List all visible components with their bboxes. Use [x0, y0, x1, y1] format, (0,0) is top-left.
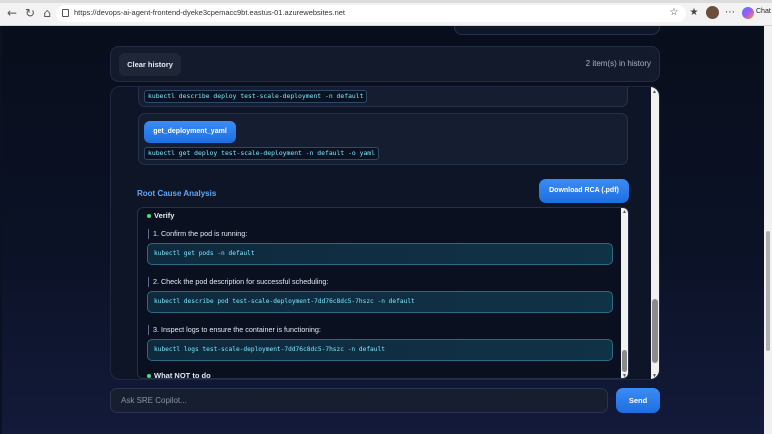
scroll-down-icon[interactable]: ▼	[622, 373, 627, 378]
tool-card-get-yaml: get_deployment_yaml kubectl get deploy t…	[138, 113, 628, 165]
section-heading-what-not-to-do: What NOT to do	[147, 371, 211, 378]
copilot-icon[interactable]	[742, 7, 754, 19]
code-block: kubectl logs test-scale-deployment-7dd76…	[147, 339, 613, 361]
favorite-star-icon[interactable]: ☆	[668, 7, 680, 19]
history-bar: Clear history 2 item(s) in history	[110, 46, 660, 82]
chat-panel: kubectl describe deploy test-scale-deplo…	[110, 86, 660, 380]
clear-history-button[interactable]: Clear history	[119, 53, 181, 76]
step-2: 2. Check the pod description for success…	[148, 277, 328, 287]
browser-toolbar: ← ↻ ⌂ https://devops-ai-agent-frontend-d…	[0, 0, 772, 26]
chat-scrollbar[interactable]: ▲ ▼	[651, 87, 659, 379]
home-icon[interactable]: ⌂	[41, 7, 53, 19]
rca-scrollbar[interactable]: ▲ ▼	[621, 208, 628, 378]
code-block: kubectl describe pod test-scale-deployme…	[147, 291, 613, 313]
tool-name-badge[interactable]: get_deployment_yaml	[144, 121, 236, 143]
rca-content[interactable]: Verify 1. Confirm the pod is running: ku…	[137, 207, 629, 379]
reload-icon[interactable]: ↻	[24, 7, 36, 19]
chat-scroll-thumb[interactable]	[652, 299, 658, 363]
chat-label[interactable]: Chat	[756, 8, 771, 15]
bullet-dot-icon	[147, 214, 151, 219]
section-heading-verify: Verify	[147, 211, 174, 220]
page-scroll-thumb[interactable]	[766, 231, 770, 351]
address-bar[interactable]: https://devops-ai-agent-frontend-dyeke3c…	[56, 5, 686, 22]
profile-avatar[interactable]	[706, 6, 719, 19]
command-text: kubectl describe deploy test-scale-deplo…	[144, 90, 368, 103]
download-rca-button[interactable]: Download RCA (.pdf)	[539, 179, 629, 203]
ask-input[interactable]	[111, 389, 607, 412]
more-menu-icon[interactable]: ⋯	[724, 7, 736, 19]
back-arrow-icon[interactable]: ←	[6, 7, 18, 19]
app-viewport: Clear history 2 item(s) in history kubec…	[2, 26, 770, 434]
scroll-up-icon[interactable]: ▲	[652, 89, 657, 95]
bullet-dot-icon	[147, 374, 151, 378]
favorites-icon[interactable]: ★	[688, 7, 700, 19]
code-block: kubectl get pods -n default	[147, 243, 613, 265]
send-button[interactable]: Send	[616, 388, 660, 413]
step-3: 3. Inspect logs to ensure the container …	[148, 325, 321, 335]
tool-card-describe: kubectl describe deploy test-scale-deplo…	[138, 87, 628, 107]
history-count: 2 item(s) in history	[585, 59, 651, 68]
rca-title: Root Cause Analysis	[137, 189, 217, 198]
rca-scroll-thumb[interactable]	[622, 350, 627, 372]
tab-strip	[0, 0, 772, 3]
scroll-down-icon[interactable]: ▼	[652, 373, 657, 379]
previous-message-card	[454, 26, 660, 35]
url-text: https://devops-ai-agent-frontend-dyeke3c…	[74, 8, 345, 17]
composer	[110, 388, 608, 413]
command-text: kubectl get deploy test-scale-deployment…	[144, 147, 380, 160]
scroll-up-icon[interactable]: ▲	[622, 209, 627, 215]
step-1: 1. Confirm the pod is running:	[148, 229, 247, 239]
page-scrollbar[interactable]	[764, 26, 772, 434]
site-info-icon[interactable]	[62, 9, 69, 17]
